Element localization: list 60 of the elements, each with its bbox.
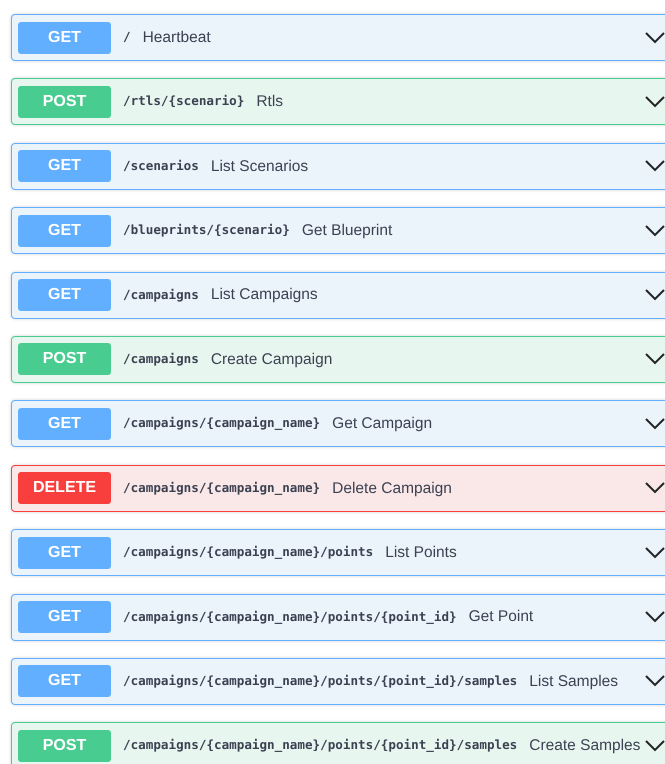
chevron-icon[interactable] (645, 740, 665, 752)
endpoint-path: /campaigns/{campaign_name}/points/{point_id}/samples (123, 736, 518, 754)
chevron-icon[interactable] (645, 32, 665, 44)
endpoint-path: /campaigns/{campaign_name}/points/{point_id}/samples (123, 672, 518, 690)
endpoint-summary: Create Campaign (210, 350, 332, 370)
endpoint-path: /blueprints/{scenario} (123, 221, 290, 240)
endpoint-path: /campaigns/{campaign_name}/points (123, 543, 374, 562)
endpoint-summary: List Scenarios (210, 156, 308, 177)
http-method: GET (18, 22, 111, 54)
endpoint-path: /campaigns/{campaign_name} (123, 478, 320, 497)
http-method: GET (18, 279, 111, 312)
endpoint-summary: Get Blueprint (302, 221, 392, 242)
chevron-icon[interactable] (645, 482, 665, 494)
endpoint-path: / (123, 28, 131, 46)
chevron-icon[interactable] (645, 160, 665, 172)
endpoint-row[interactable]: GET /blueprints/{scenario} Get Blueprint (11, 207, 665, 254)
endpoint-row[interactable]: GET /campaigns/{campaign_name} Get Campaign (11, 400, 665, 448)
endpoint-path: /campaigns/{campaign_name} (123, 414, 320, 432)
chevron-icon[interactable] (645, 224, 665, 237)
endpoint-summary: Get Point (468, 607, 534, 628)
endpoint-row[interactable]: GET /campaigns/{campaign_name}/points/{point_id} Get Point (11, 594, 665, 641)
chevron-icon[interactable] (645, 546, 665, 559)
endpoint-summary: Create Samples (529, 736, 640, 756)
http-method: GET (18, 150, 111, 182)
chevron-icon[interactable] (645, 96, 665, 108)
chevron-icon[interactable] (645, 675, 665, 688)
endpoint-row[interactable]: DELETE /campaigns/{campaign_name} Delete Campaign (11, 464, 665, 512)
chevron-icon[interactable] (645, 611, 665, 624)
endpoint-row[interactable]: GET /campaigns/{campaign_name}/points/{point_id}/samples List Samples (11, 658, 665, 705)
endpoint-row[interactable]: GET /campaigns/{campaign_name}/points List Points (11, 529, 665, 576)
endpoint-summary: Get Campaign (332, 414, 432, 434)
http-method: POST (18, 86, 111, 118)
http-method: GET (18, 601, 111, 634)
http-method: GET (18, 408, 111, 440)
http-method: GET (18, 665, 111, 698)
endpoint-row[interactable]: POST /campaigns Create Campaign (11, 336, 665, 383)
endpoint-row[interactable]: GET /scenarios List Scenarios (11, 142, 665, 190)
chevron-icon[interactable] (645, 289, 665, 302)
endpoint-row[interactable]: GET / Heartbeat (11, 14, 665, 61)
http-method: DELETE (18, 472, 111, 504)
endpoint-path: /campaigns/{campaign_name}/points/{point_id} (123, 608, 457, 626)
chevron-icon[interactable] (645, 418, 665, 430)
endpoint-path: /campaigns (123, 350, 199, 368)
endpoint-row[interactable]: POST /rtls/{scenario} Rtls (11, 78, 665, 126)
http-method: GET (18, 214, 111, 247)
endpoint-summary: Rtls (256, 92, 284, 112)
http-method: POST (18, 343, 111, 376)
endpoint-summary: Heartbeat (142, 28, 211, 48)
endpoint-summary: List Points (385, 543, 457, 563)
endpoint-row[interactable]: POST /campaigns/{campaign_name}/points/{point_id}/samples Create Samples (11, 722, 665, 764)
endpoint-path: /rtls/{scenario} (123, 92, 244, 110)
http-method: GET (18, 536, 111, 569)
chevron-icon[interactable] (645, 353, 665, 366)
endpoint-summary: List Campaigns (210, 285, 318, 306)
endpoint-path: /scenarios (123, 156, 199, 175)
endpoint-summary: List Samples (529, 672, 618, 692)
endpoint-summary: Delete Campaign (332, 478, 452, 499)
endpoint-path: /campaigns (123, 286, 199, 304)
endpoint-row[interactable]: GET /campaigns List Campaigns (11, 272, 665, 319)
http-method: POST (18, 730, 111, 762)
